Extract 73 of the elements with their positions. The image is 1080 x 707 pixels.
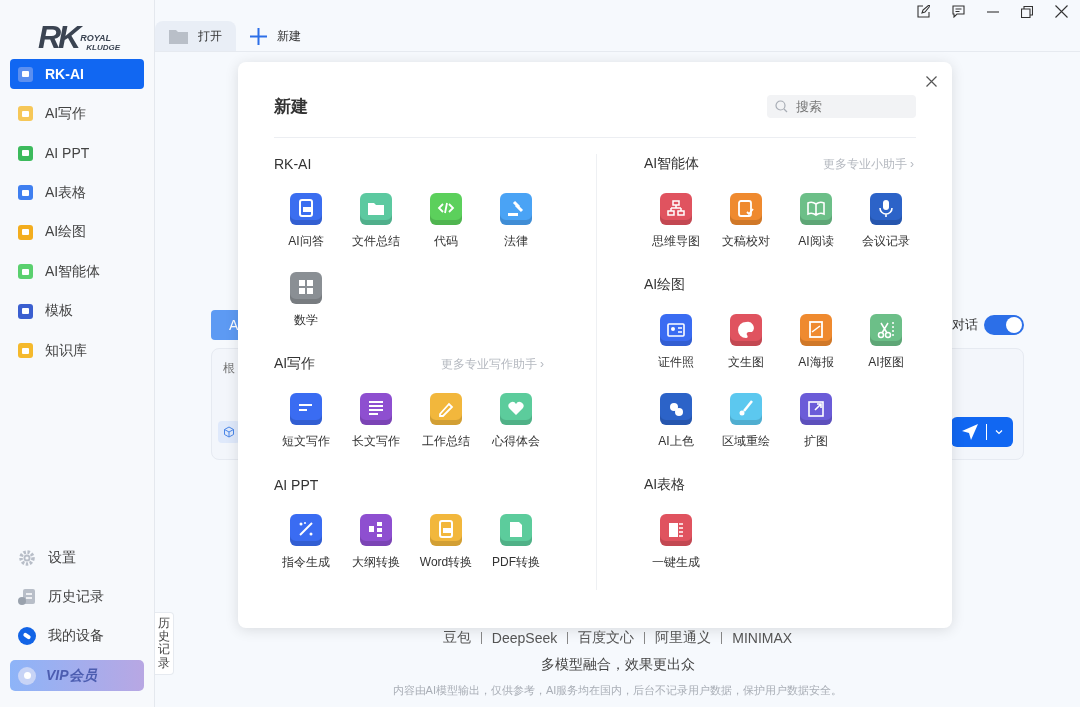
- close-icon[interactable]: [1055, 5, 1068, 18]
- folder-icon: [169, 28, 188, 44]
- feature-item[interactable]: 会议记录: [851, 193, 921, 248]
- sidebar-link[interactable]: 我的设备: [10, 616, 144, 655]
- model-name: DeepSeek: [491, 630, 558, 646]
- tab[interactable]: 打开: [155, 21, 236, 51]
- section-title: AI绘图: [644, 276, 686, 294]
- feature-item[interactable]: 短文写作: [271, 393, 341, 448]
- restore-icon[interactable]: [1021, 5, 1033, 18]
- section-title: AI表格: [644, 476, 686, 494]
- feature-item[interactable]: 文件总结: [341, 193, 411, 248]
- nav-item[interactable]: AI智能体: [10, 256, 144, 287]
- slogan: 多模型融合，效果更出众: [539, 656, 696, 674]
- feature-item[interactable]: AI海报: [781, 314, 851, 369]
- model-name: 阿里通义: [655, 629, 712, 647]
- nav-item[interactable]: AI PPT: [10, 138, 144, 168]
- search-icon: [775, 100, 788, 113]
- feature-item[interactable]: AI上色: [641, 393, 711, 448]
- feature-item[interactable]: 指令生成: [271, 514, 341, 569]
- disclaimer: 内容由AI模型输出，仅供参考，AI服务均在国内，后台不记录用户数据，保护用户数据安全。: [391, 683, 844, 698]
- feature-item[interactable]: 文稿校对: [711, 193, 781, 248]
- feature-item[interactable]: 法律: [481, 193, 551, 248]
- search-field[interactable]: 搜索: [767, 95, 916, 118]
- sidebar-link[interactable]: 设置: [10, 538, 144, 577]
- nav-item[interactable]: AI绘图: [10, 217, 144, 247]
- feature-item[interactable]: 区域重绘: [711, 393, 781, 448]
- feature-item[interactable]: 证件照: [641, 314, 711, 369]
- section-title: AI智能体: [644, 155, 700, 173]
- feature-item[interactable]: 数学: [271, 272, 341, 327]
- send-button[interactable]: [951, 417, 1013, 447]
- plus-icon: [250, 27, 267, 45]
- sidebar-link[interactable]: 历史记录: [10, 577, 144, 616]
- feature-item[interactable]: 一键生成: [641, 514, 711, 569]
- avatar-icon: [18, 666, 36, 685]
- caret-icon: [993, 427, 1004, 437]
- close-icon[interactable]: [926, 76, 937, 87]
- nav-item[interactable]: 知识库: [10, 335, 144, 366]
- feature-item[interactable]: AI问答: [271, 193, 341, 248]
- toggle-switch[interactable]: [984, 315, 1024, 335]
- tab[interactable]: 新建: [236, 21, 315, 51]
- nav-item[interactable]: AI表格: [10, 177, 144, 208]
- toggle-label: 对话: [952, 316, 978, 334]
- feature-item[interactable]: AI抠图: [851, 314, 921, 369]
- settings-icon: [18, 548, 36, 567]
- model-name: 豆包: [442, 629, 471, 647]
- send-icon: [960, 423, 979, 441]
- nav-item[interactable]: 模板: [10, 296, 144, 326]
- dialog-title: 新建: [274, 96, 308, 118]
- feature-item[interactable]: PDF转换: [481, 514, 551, 569]
- nav-item[interactable]: AI写作: [10, 98, 144, 129]
- input-field[interactable]: 根: [223, 361, 237, 375]
- feature-item[interactable]: Word转换: [411, 514, 481, 569]
- feature-item[interactable]: 扩图: [781, 393, 851, 448]
- history-icon: [18, 587, 36, 606]
- model-name: MINIMAX: [732, 630, 793, 646]
- comment-icon[interactable]: [952, 5, 965, 18]
- feature-item[interactable]: 工作总结: [411, 393, 481, 448]
- device-icon: [18, 626, 36, 645]
- feature-item[interactable]: AI阅读: [781, 193, 851, 248]
- feature-item[interactable]: 长文写作: [341, 393, 411, 448]
- feature-item[interactable]: 代码: [411, 193, 481, 248]
- feature-item[interactable]: 大纲转换: [341, 514, 411, 569]
- feature-item[interactable]: 心得体会: [481, 393, 551, 448]
- section-title: AI写作: [274, 355, 316, 373]
- model-name: 百度文心: [578, 629, 635, 647]
- section-title: AI PPT: [274, 477, 319, 493]
- feature-item[interactable]: 文生图: [711, 314, 781, 369]
- nav-item[interactable]: RK-AI: [10, 59, 144, 89]
- section-title: RK-AI: [274, 156, 312, 172]
- edit-icon[interactable]: [917, 5, 930, 18]
- feature-item[interactable]: 思维导图: [641, 193, 711, 248]
- cube-icon[interactable]: [218, 421, 240, 443]
- history-tab[interactable]: 历史记录: [155, 612, 174, 675]
